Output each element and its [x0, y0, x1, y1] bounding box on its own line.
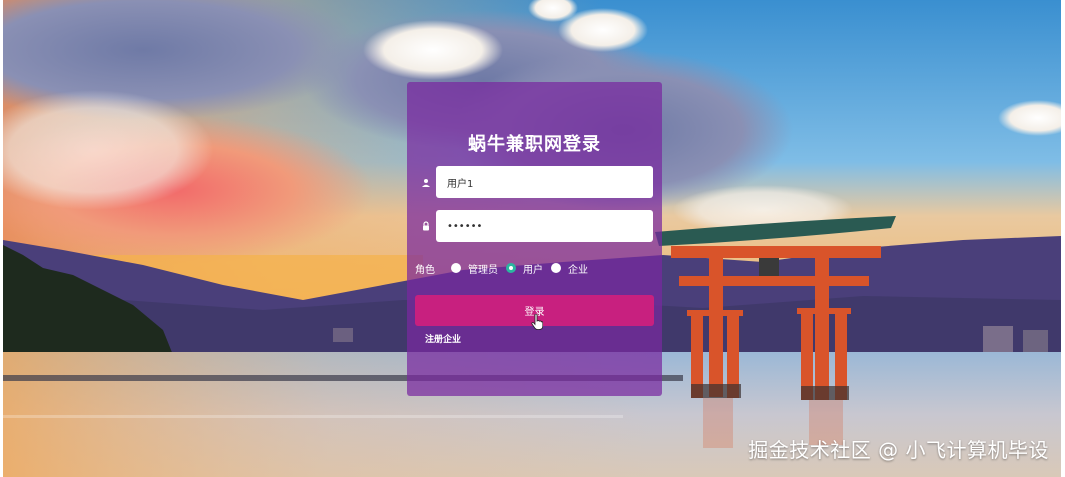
role-option-admin[interactable]: 管理员 [451, 261, 498, 276]
role-option-company[interactable]: 企业 [551, 261, 588, 276]
register-company-link[interactable]: 注册企业 [425, 332, 461, 345]
radio-button-admin[interactable] [451, 263, 461, 273]
lock-icon [421, 221, 431, 231]
watermark-text: 掘金技术社区 @ 小飞计算机毕设 [748, 438, 1049, 462]
role-option-label: 管理员 [468, 264, 498, 276]
role-option-label: 企业 [568, 264, 588, 276]
role-option-label: 用户 [523, 264, 543, 276]
login-panel: 蜗牛兼职网登录 角色 管理员 用户 企业 登录 [407, 82, 662, 396]
user-icon [421, 178, 431, 188]
password-input[interactable] [436, 210, 653, 242]
login-title: 蜗牛兼职网登录 [468, 134, 601, 155]
radio-button-company[interactable] [551, 263, 561, 273]
radio-button-user[interactable] [506, 263, 516, 273]
username-input[interactable] [436, 166, 653, 198]
role-label: 角色 [415, 264, 435, 276]
role-selector: 角色 管理员 用户 企业 [415, 260, 655, 276]
role-option-user[interactable]: 用户 [506, 261, 543, 276]
hand-pointer-icon [531, 313, 544, 330]
